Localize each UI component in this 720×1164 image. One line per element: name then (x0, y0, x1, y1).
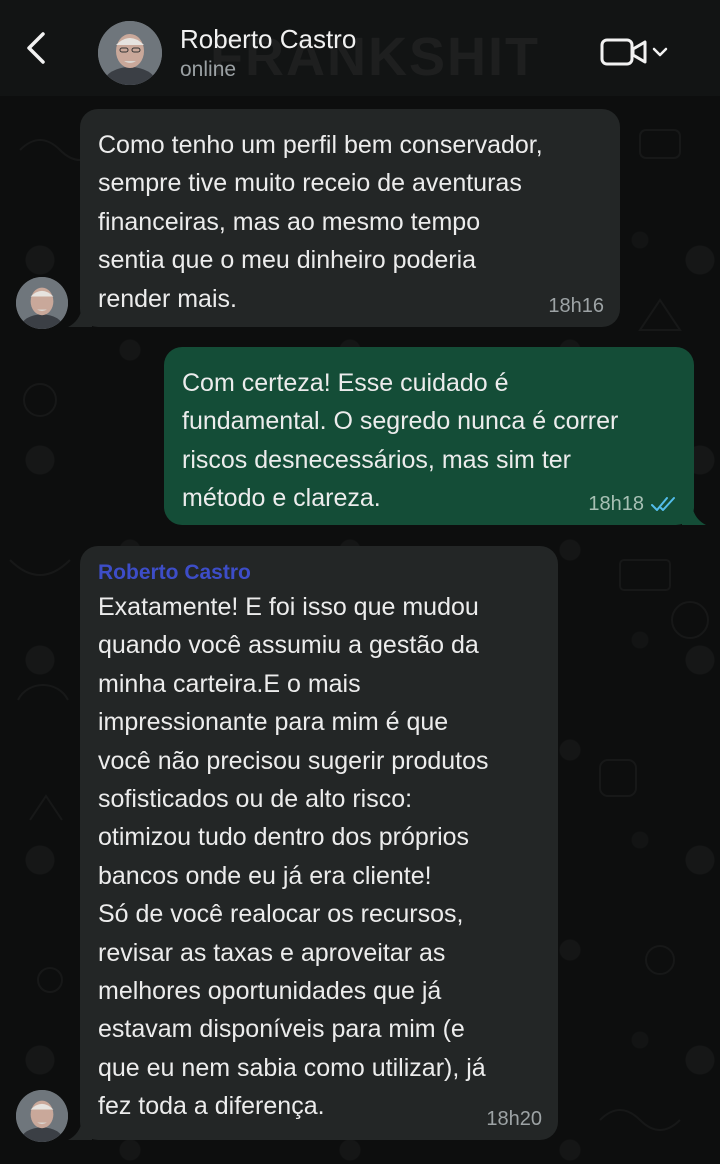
contact-status: online (180, 58, 237, 81)
bubble-tail (68, 1120, 92, 1140)
sender-avatar[interactable] (16, 277, 68, 329)
message-timestamp: 18h20 (486, 1108, 542, 1130)
chevron-down-icon (652, 47, 668, 57)
person-photo-icon (98, 21, 162, 85)
video-camera-icon (600, 38, 647, 66)
bubble-tail (682, 505, 706, 525)
message-timestamp: 18h18 (588, 493, 644, 515)
chat-header: Roberto Castro online FRANKSHIT (0, 0, 720, 96)
message-text: Exatamente! E foi isso que mudou quando … (98, 593, 489, 1121)
message-text: Como tenho um perfil bem conservador, se… (98, 131, 543, 313)
message-timestamp: 18h16 (548, 295, 604, 317)
message-time: 18h20 (486, 1108, 542, 1130)
double-check-read-icon (651, 497, 675, 511)
message-time: 18h16 (548, 295, 604, 317)
video-call-button[interactable] (600, 34, 672, 70)
message-bubble-outgoing[interactable]: Com certeza! Esse cuidado é fundamental.… (164, 347, 706, 525)
contact-name[interactable]: Roberto Castro (180, 24, 356, 54)
message-time: 18h18 (588, 493, 678, 515)
message-bubble-incoming[interactable]: Como tenho um perfil bem conservador, se… (68, 109, 620, 327)
back-arrow-icon (27, 32, 45, 64)
chat-screen: FRANKSHIT Roberto Castro online FRANKSHI… (0, 0, 720, 1164)
message-bubble-incoming[interactable]: Roberto Castro Exatamente! E foi isso qu… (68, 546, 558, 1140)
person-photo-icon (16, 277, 68, 329)
sender-avatar[interactable] (16, 1090, 68, 1142)
bubble-tail (68, 307, 92, 327)
back-button[interactable] (18, 30, 54, 66)
contact-avatar[interactable] (98, 21, 162, 85)
person-photo-icon (16, 1090, 68, 1142)
sender-name[interactable]: Roberto Castro (98, 558, 538, 588)
